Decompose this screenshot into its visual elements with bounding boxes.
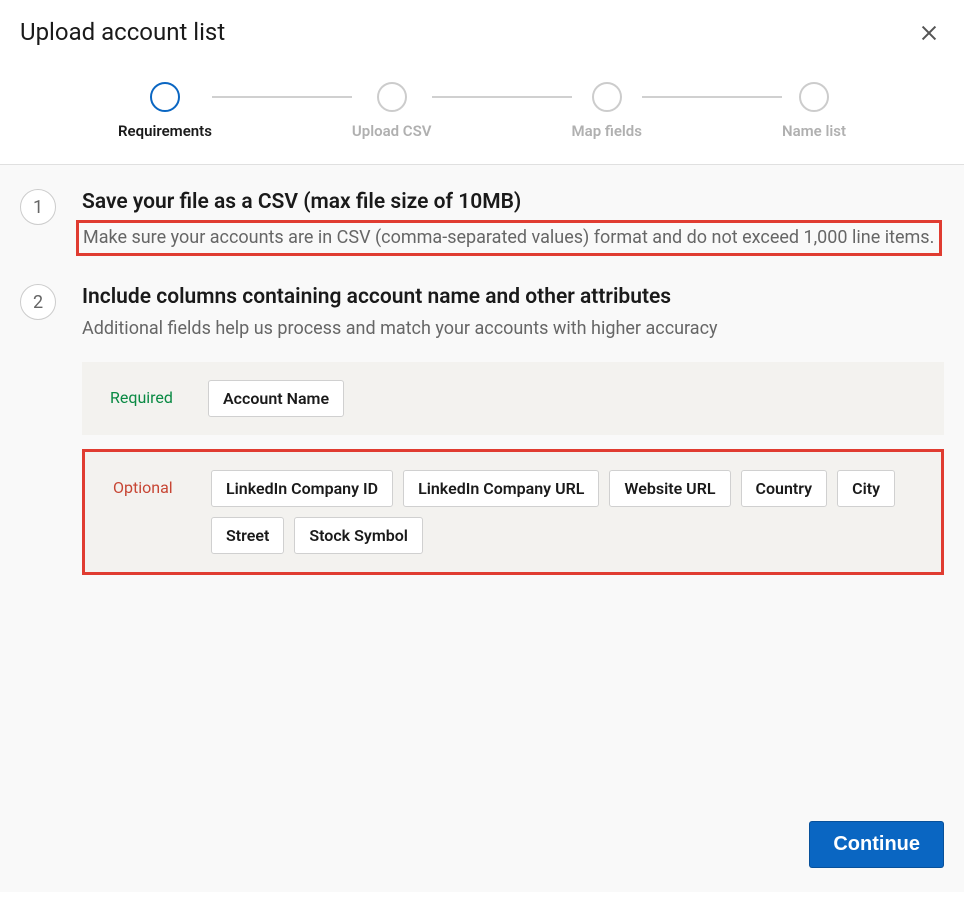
step-number-badge: 1	[20, 189, 56, 225]
optional-label: Optional	[113, 478, 203, 497]
instruction-body: Include columns containing account name …	[82, 284, 944, 574]
chip-country: Country	[741, 470, 828, 507]
close-icon	[918, 22, 940, 44]
required-label: Required	[110, 388, 200, 407]
instruction-desc: Make sure your accounts are in CSV (comm…	[83, 225, 935, 251]
step-circle-icon	[799, 82, 829, 112]
chip-account-name: Account Name	[208, 380, 344, 417]
step-circle-icon	[592, 82, 622, 112]
modal-title: Upload account list	[20, 18, 225, 46]
highlight-annotation: Optional LinkedIn Company ID LinkedIn Co…	[82, 449, 944, 575]
content-area: 1 Save your file as a CSV (max file size…	[0, 165, 964, 805]
instruction-body: Save your file as a CSV (max file size o…	[82, 189, 944, 256]
stepper: Requirements Upload CSV Map fields Name …	[0, 52, 964, 165]
modal-footer: Continue	[0, 805, 964, 892]
instruction-2: 2 Include columns containing account nam…	[20, 284, 944, 574]
step-number-badge: 2	[20, 284, 56, 320]
required-chips: Account Name	[208, 380, 916, 417]
instruction-1: 1 Save your file as a CSV (max file size…	[20, 189, 944, 256]
modal-header: Upload account list	[0, 0, 964, 52]
highlight-annotation: Make sure your accounts are in CSV (comm…	[76, 220, 942, 256]
step-connector	[432, 96, 572, 98]
chip-linkedin-company-url: LinkedIn Company URL	[403, 470, 599, 507]
close-button[interactable]	[914, 18, 944, 52]
step-label: Name list	[782, 122, 846, 140]
upload-modal: Upload account list Requirements Upload …	[0, 0, 964, 892]
instruction-title: Include columns containing account name …	[82, 284, 944, 311]
step-circle-icon	[150, 82, 180, 112]
instruction-title: Save your file as a CSV (max file size o…	[82, 189, 944, 216]
chip-website-url: Website URL	[609, 470, 730, 507]
step-name-list[interactable]: Name list	[782, 82, 846, 140]
step-connector	[212, 96, 352, 98]
required-fields-section: Required Account Name	[82, 362, 944, 435]
chip-linkedin-company-id: LinkedIn Company ID	[211, 470, 393, 507]
optional-chips: LinkedIn Company ID LinkedIn Company URL…	[211, 470, 913, 554]
continue-button[interactable]: Continue	[809, 821, 944, 868]
step-upload-csv[interactable]: Upload CSV	[352, 82, 432, 140]
field-section-optional: Optional LinkedIn Company ID LinkedIn Co…	[85, 452, 941, 572]
step-label: Map fields	[572, 122, 642, 140]
step-label: Requirements	[118, 122, 212, 140]
chip-city: City	[837, 470, 895, 507]
step-label: Upload CSV	[352, 122, 432, 140]
field-section-required: Required Account Name	[82, 362, 944, 435]
instruction-desc: Additional fields help us process and ma…	[82, 316, 944, 342]
step-circle-icon	[377, 82, 407, 112]
step-connector	[642, 96, 782, 98]
step-requirements[interactable]: Requirements	[118, 82, 212, 140]
chip-stock-symbol: Stock Symbol	[294, 517, 423, 554]
chip-street: Street	[211, 517, 284, 554]
step-map-fields[interactable]: Map fields	[572, 82, 642, 140]
